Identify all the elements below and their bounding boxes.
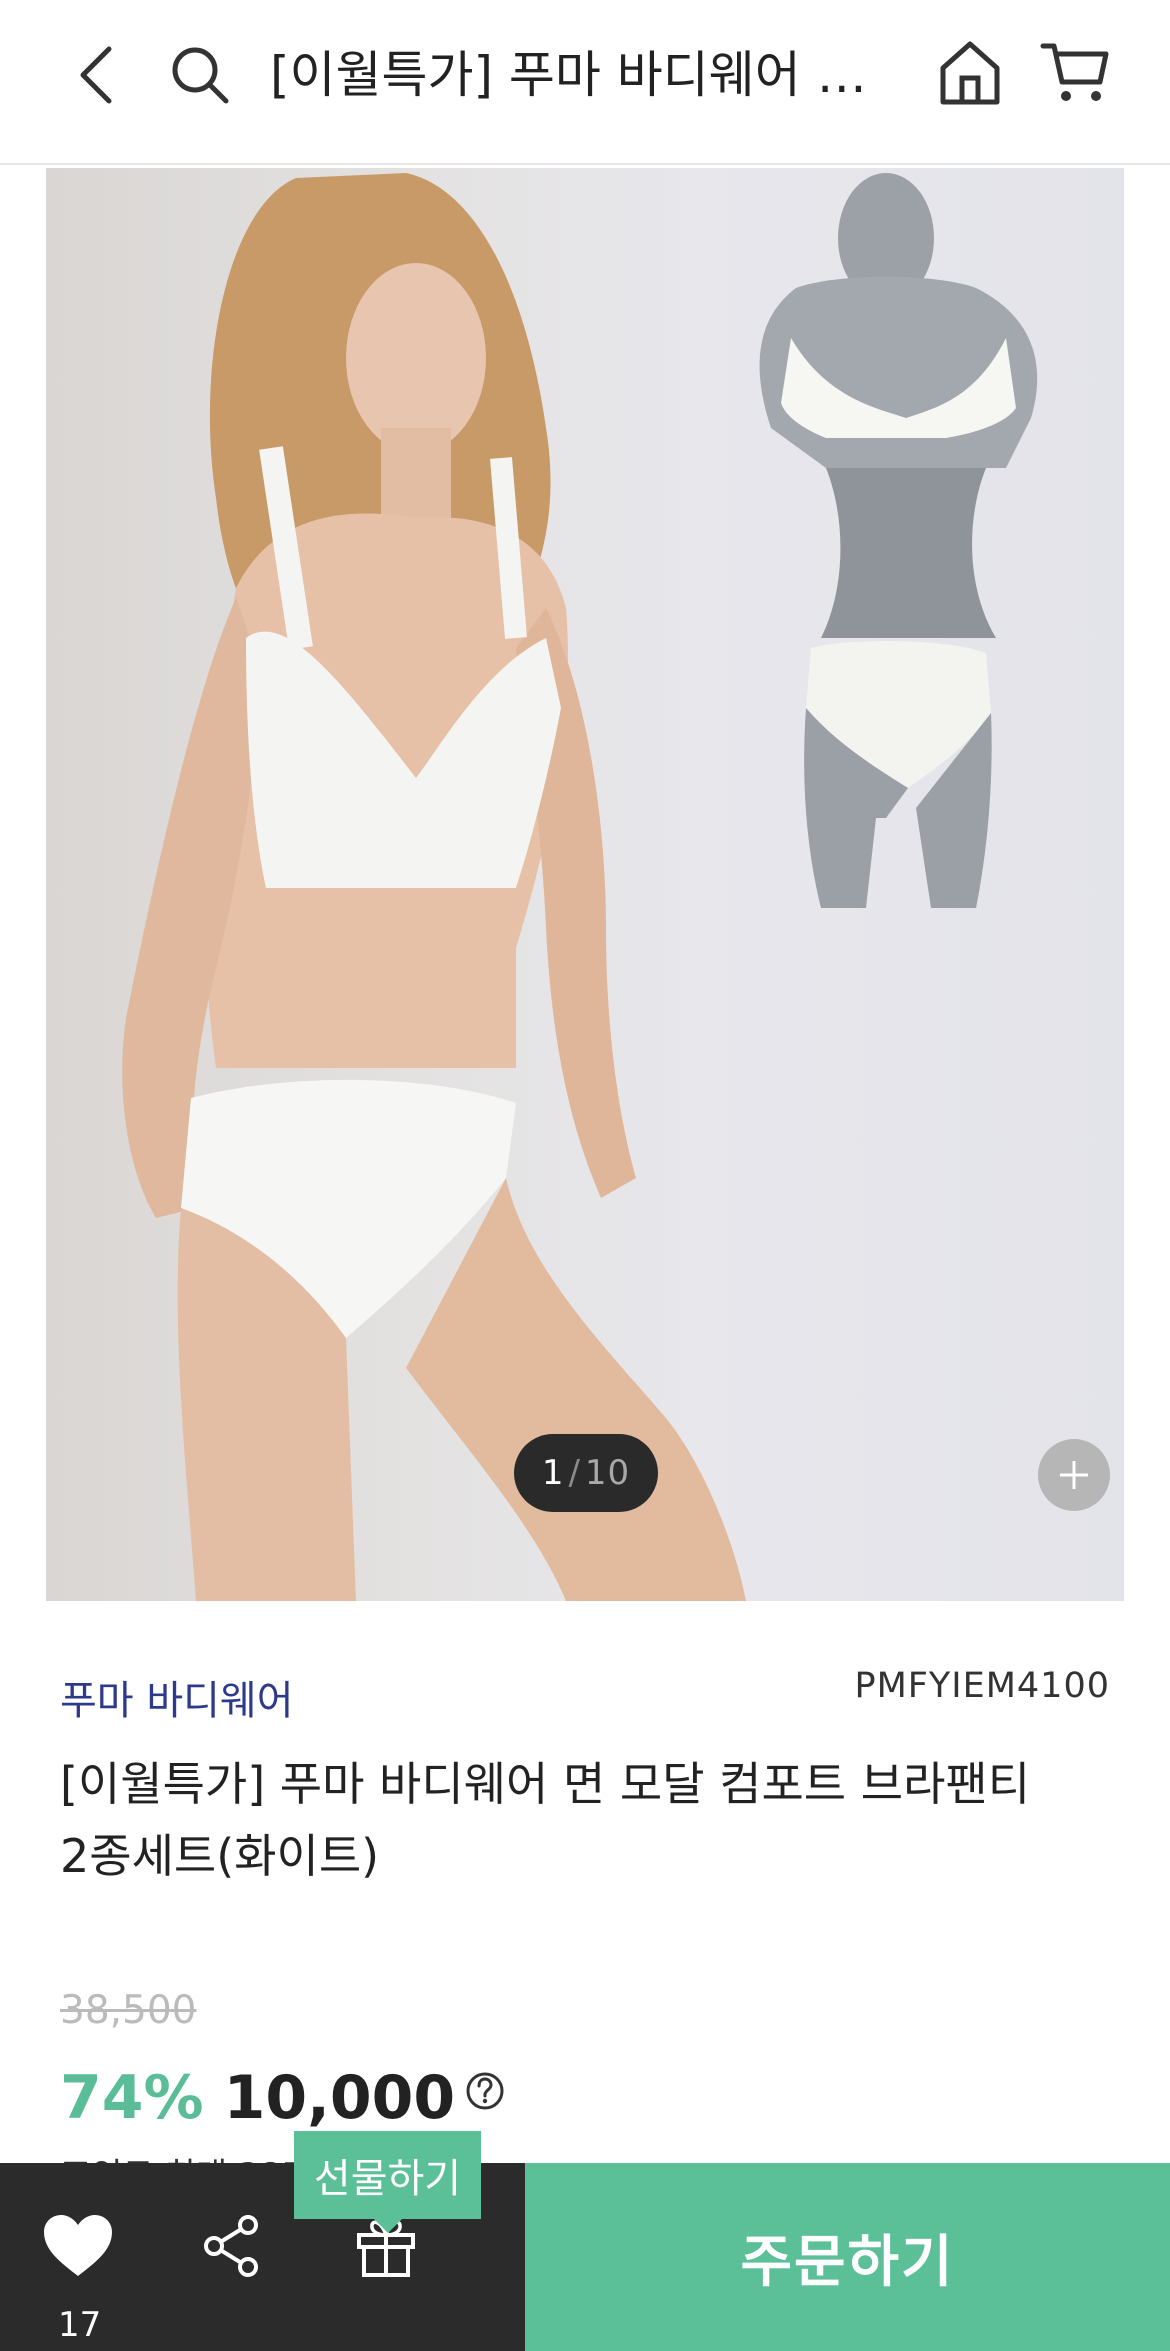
chevron-left-icon	[80, 46, 112, 104]
bottom-action-bar: 17 주문하기	[0, 2163, 1170, 2351]
home-icon	[940, 41, 1000, 105]
share-button[interactable]	[190, 2203, 272, 2289]
top-app-bar: [이월특가] 푸마 바디웨어 면 모달 컴포트 브라팬티 2종세트(화이트)	[0, 0, 1170, 165]
product-image-gallery[interactable]: 1 / 10	[46, 168, 1124, 1601]
question-circle-icon[interactable]	[465, 2071, 505, 2111]
cart-icon	[1040, 43, 1109, 101]
back-button[interactable]	[60, 35, 130, 115]
plus-icon	[1060, 1461, 1088, 1489]
price-row: 74% 10,000	[60, 2060, 505, 2136]
sale-price: 10,000	[223, 2063, 456, 2133]
order-button[interactable]: 주문하기	[525, 2163, 1170, 2351]
product-name-line-2: 2종세트(화이트)	[60, 1829, 380, 1883]
model-figure	[122, 173, 746, 1601]
wishlist-count: 17	[58, 2305, 102, 2345]
heart-icon	[44, 2215, 112, 2276]
page-title: [이월특가] 푸마 바디웨어 면 모달 컴포트 브라팬티 2종세트(화이트)	[270, 46, 890, 104]
brand-link[interactable]: 푸마 바디웨어	[60, 1668, 294, 1726]
product-name: [이월특가] 푸마 바디웨어 면 모달 컴포트 브라팬티 2종세트(화이트)	[60, 1748, 1110, 1892]
original-price: 38,500	[60, 1988, 197, 2033]
share-icon	[204, 2215, 258, 2277]
product-code: PMFYIEM4100	[854, 1666, 1110, 1706]
zoom-button[interactable]	[1038, 1439, 1110, 1511]
image-counter-current: 1	[541, 1453, 565, 1493]
image-counter-total: 10	[584, 1453, 631, 1493]
wishlist-button[interactable]	[30, 2201, 126, 2291]
product-photo	[122, 173, 1038, 1601]
gift-tooltip[interactable]: 선물하기	[294, 2131, 481, 2233]
search-icon	[172, 47, 229, 104]
cart-button[interactable]	[1030, 28, 1120, 118]
image-counter-separator: /	[568, 1453, 581, 1493]
search-button[interactable]	[160, 35, 240, 115]
image-counter: 1 / 10	[514, 1434, 658, 1512]
mannequin-figure	[759, 173, 1038, 908]
home-button[interactable]	[925, 28, 1015, 118]
product-name-line-1: [이월특가] 푸마 바디웨어 면 모달 컴포트 브라팬티	[60, 1757, 1031, 1811]
discount-rate: 74%	[60, 2063, 204, 2133]
